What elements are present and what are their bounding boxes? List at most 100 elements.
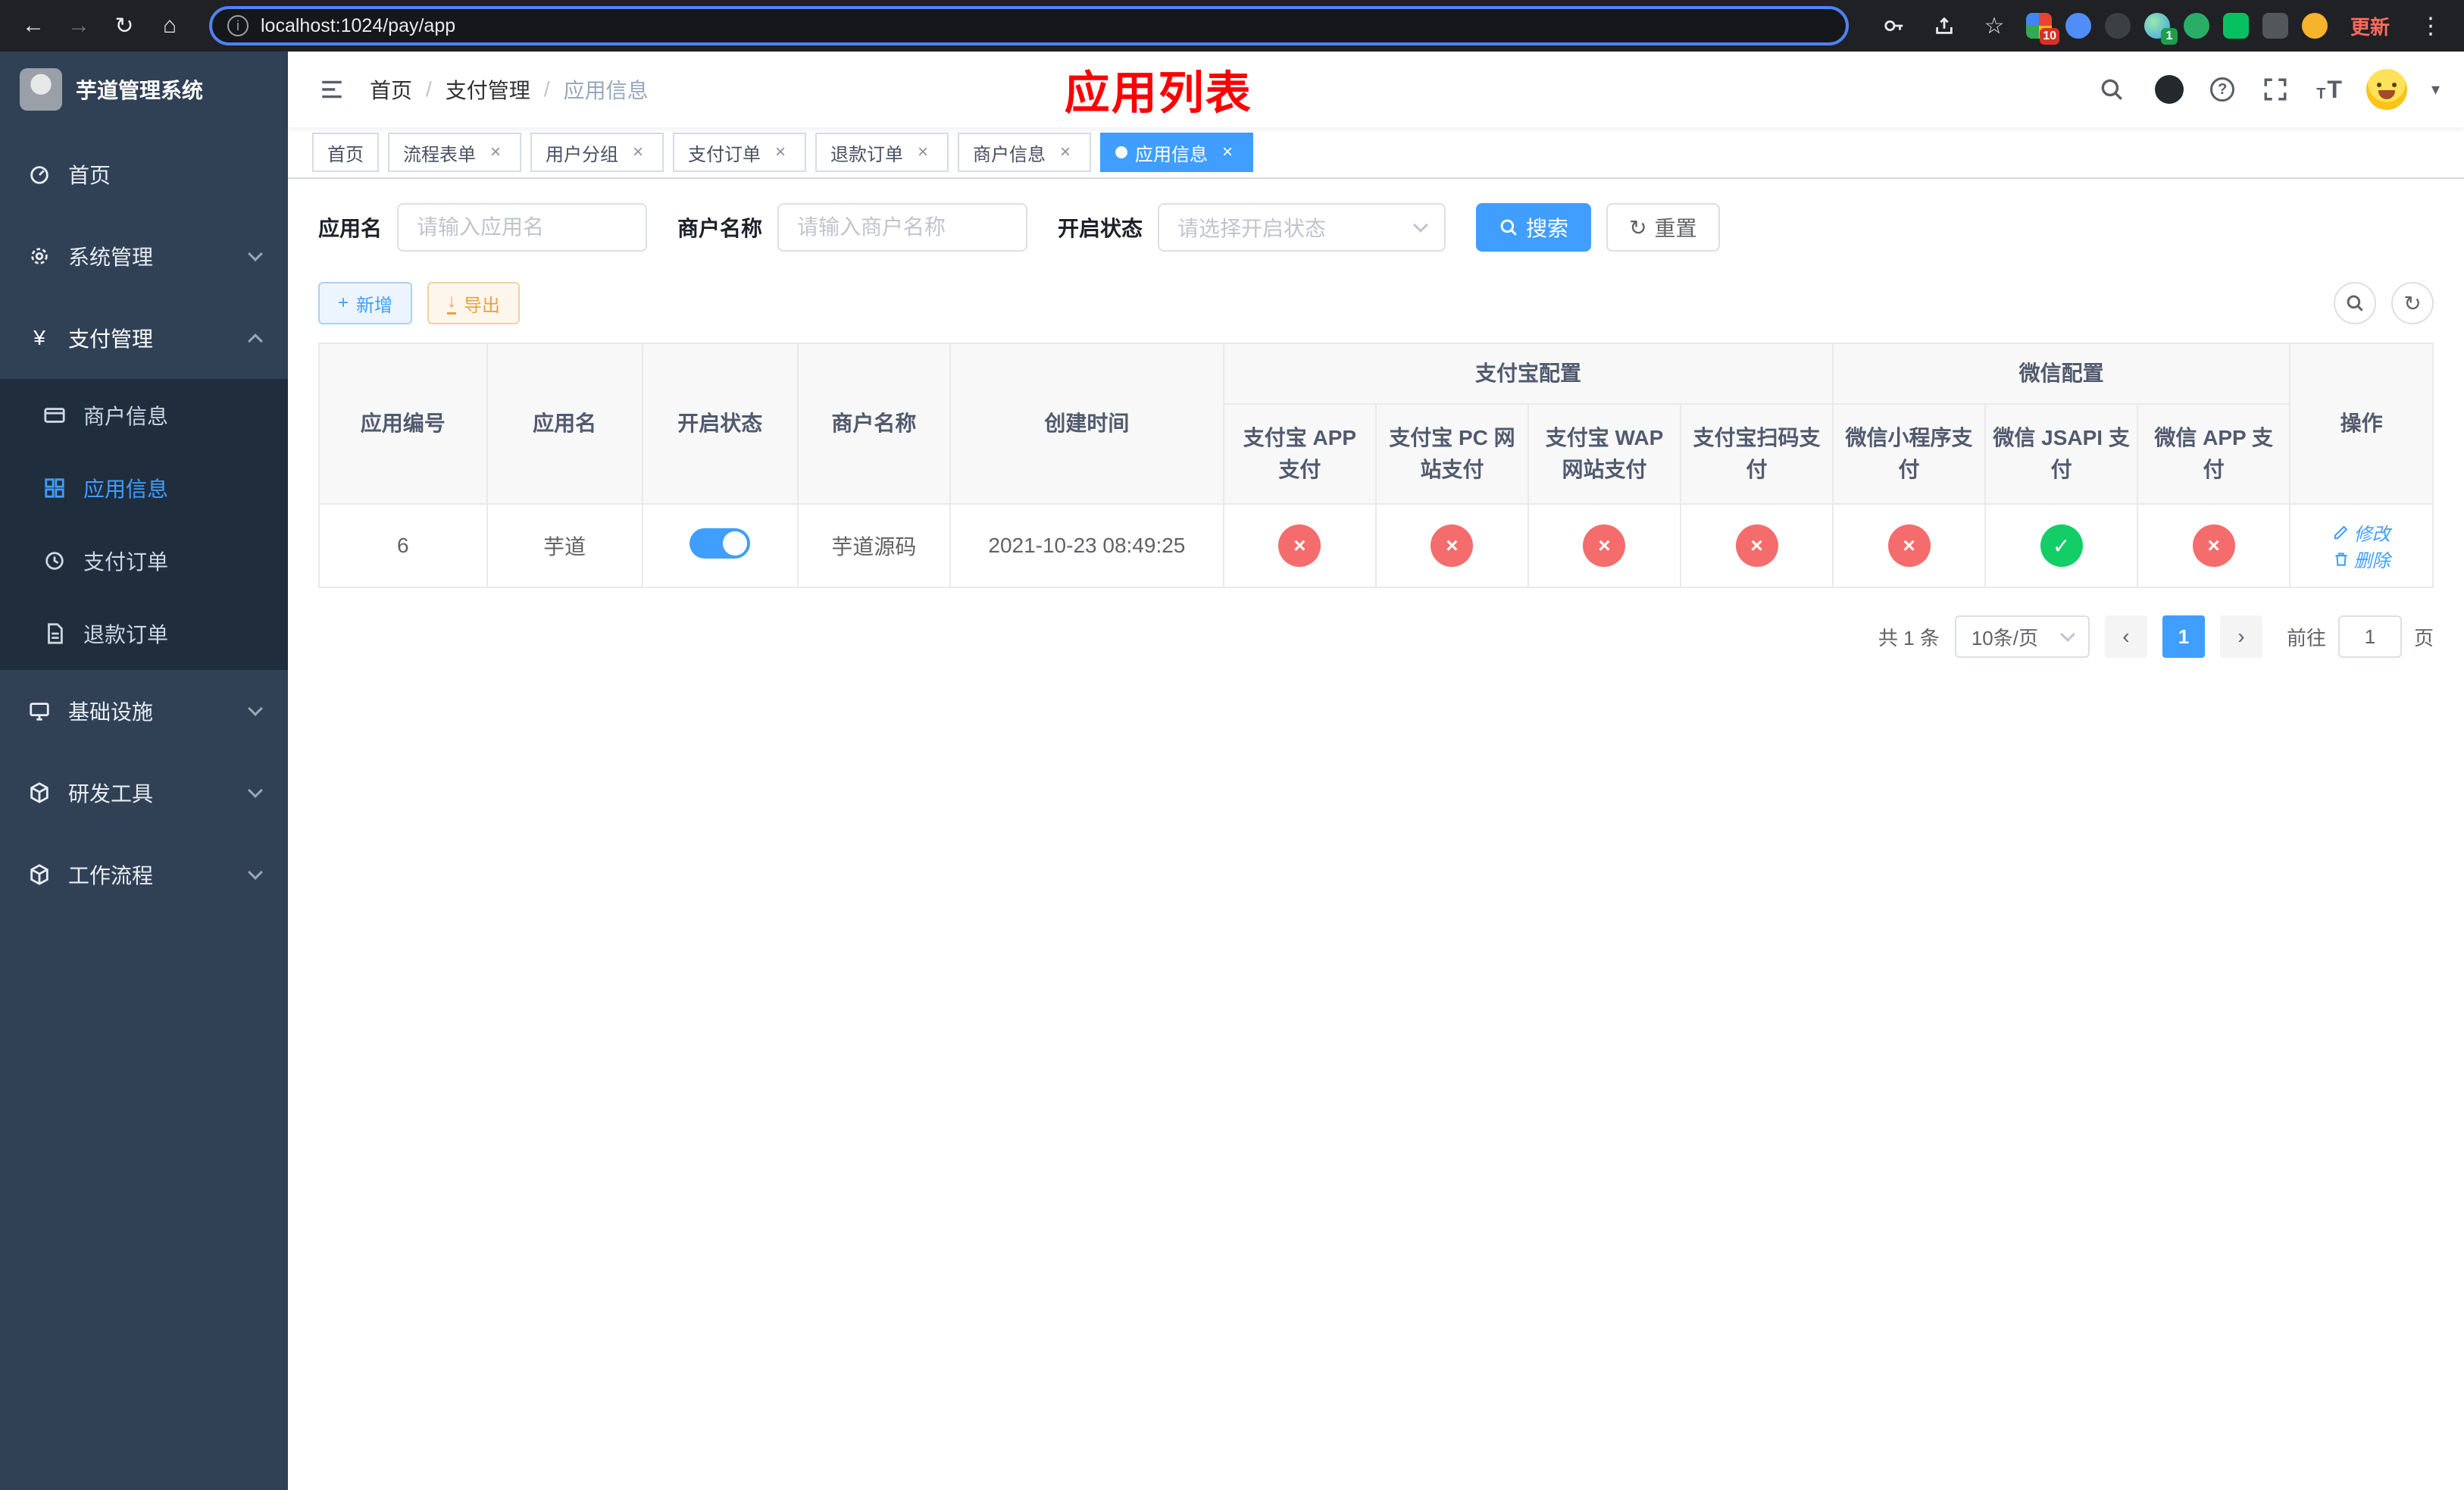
export-button[interactable]: ↓ 导出	[427, 282, 521, 324]
cell-status	[641, 503, 799, 588]
next-page-button[interactable]: ›	[2219, 615, 2262, 658]
chevron-down-icon	[1413, 218, 1428, 233]
tab-pay-order[interactable]: 支付订单 ×	[673, 133, 806, 172]
avatar[interactable]	[2366, 69, 2407, 110]
edit-button[interactable]: 修改	[2333, 519, 2391, 546]
action-toolbar: + 新增 ↓ 导出 ↻	[318, 282, 2434, 324]
sidebar-item-payment[interactable]: ¥ 支付管理	[0, 297, 288, 379]
box-icon	[27, 781, 52, 804]
active-dot	[1115, 146, 1127, 158]
help-icon[interactable]: ?	[2210, 77, 2235, 102]
sidebar-item-dev-tools[interactable]: 研发工具	[0, 752, 288, 834]
sidebar-item-pay-order[interactable]: 支付订单	[0, 524, 288, 597]
app-table: 应用编号 应用名 开启状态 商户名称 创建时间 支付宝配置 微信配置 操作 支付…	[318, 343, 2434, 588]
chevron-down-icon	[248, 246, 263, 261]
extension-chat-icon[interactable]	[2222, 13, 2249, 39]
page-size-select[interactable]: 10条/页	[1954, 615, 2090, 658]
breadcrumb-payment[interactable]: 支付管理	[446, 74, 530, 105]
close-icon[interactable]: ×	[770, 142, 791, 163]
back-icon[interactable]: ←	[15, 8, 52, 44]
url-text: localhost:1024/pay/app	[261, 14, 456, 36]
filter-form: 应用名 商户名称 开启状态 请选择开启状态 搜索 ↻ 重置	[318, 203, 2434, 252]
hamburger-icon[interactable]	[312, 70, 352, 109]
delete-button[interactable]: 删除	[2333, 546, 2391, 572]
check-icon: ✓	[2040, 524, 2083, 567]
sidebar-menu: 首页 系统管理 ¥ 支付管理 商户信息 应用信息 支付订单 退款订单 基础设施 …	[0, 127, 288, 1490]
breadcrumb-separator: /	[426, 77, 432, 101]
close-icon[interactable]: ×	[1055, 142, 1076, 163]
reset-button[interactable]: ↻ 重置	[1606, 203, 1720, 252]
extension-face-icon[interactable]	[2301, 13, 2328, 39]
tab-refund-order[interactable]: 退款订单 ×	[815, 133, 949, 172]
goto-page-input[interactable]	[2337, 615, 2402, 658]
browser-menu-icon[interactable]: ⋮	[2412, 8, 2449, 44]
extension-drop-icon[interactable]	[2065, 13, 2091, 39]
reload-icon[interactable]: ↻	[106, 8, 142, 44]
close-icon[interactable]: ×	[1217, 142, 1238, 163]
extension-check-icon[interactable]	[2183, 13, 2209, 39]
col-merchant: 商户名称	[796, 343, 951, 505]
plus-icon: +	[338, 293, 349, 313]
browser-update-button[interactable]: 更新	[2341, 8, 2399, 45]
prev-page-button[interactable]: ‹	[2104, 615, 2147, 658]
close-icon[interactable]: ×	[627, 142, 649, 163]
col-group-alipay: 支付宝配置	[1222, 343, 1834, 405]
extension-grid-icon[interactable]: 10	[2025, 13, 2059, 45]
forward-icon[interactable]: →	[61, 8, 97, 44]
tab-process-form[interactable]: 流程表单 ×	[388, 133, 521, 172]
tab-app-info[interactable]: 应用信息 ×	[1100, 133, 1253, 172]
close-icon[interactable]: ×	[912, 142, 933, 163]
app-name-input[interactable]	[397, 203, 648, 252]
col-actions: 操作	[2289, 343, 2434, 505]
table-row: 6 芋道 芋道源码 2021-10-23 08:49:25 × × × × × …	[318, 503, 2434, 588]
add-button[interactable]: + 新增	[318, 282, 413, 324]
extension-puzzle-icon[interactable]	[2262, 13, 2288, 39]
tab-user-group[interactable]: 用户分组 ×	[530, 133, 664, 172]
col-wechat-mini: 微信小程序支付	[1832, 403, 1987, 505]
font-size-icon[interactable]: TT	[2316, 77, 2342, 102]
site-info-icon[interactable]: i	[227, 15, 249, 36]
sidebar-item-label: 首页	[68, 164, 111, 187]
url-bar[interactable]: i localhost:1024/pay/app	[209, 6, 1849, 45]
cell-created: 2021-10-23 08:49:25	[949, 503, 1224, 588]
col-created: 创建时间	[949, 343, 1224, 505]
extension-translate-icon[interactable]: 1	[2143, 13, 2178, 45]
fullscreen-icon[interactable]	[2259, 73, 2292, 106]
status-select[interactable]: 请选择开启状态	[1158, 203, 1446, 252]
sidebar-item-infrastructure[interactable]: 基础设施	[0, 670, 288, 752]
status-toggle[interactable]	[689, 527, 751, 559]
download-icon: ↓	[447, 292, 457, 315]
app-logo[interactable]: 芋道管理系统	[0, 52, 288, 127]
sidebar-item-refund-order[interactable]: 退款订单	[0, 597, 288, 670]
page-title: 应用列表	[1064, 67, 1252, 119]
sidebar-item-home[interactable]: 首页	[0, 133, 288, 215]
sidebar-item-system[interactable]: 系统管理	[0, 215, 288, 297]
cell-actions: 修改 删除	[2289, 503, 2434, 588]
toggle-search-button[interactable]	[2334, 282, 2376, 324]
page-content: 应用名 商户名称 开启状态 请选择开启状态 搜索 ↻ 重置	[288, 179, 2464, 1490]
chevron-down-icon	[248, 865, 263, 880]
sidebar-item-label: 工作流程	[68, 864, 154, 887]
tab-bar: 首页 流程表单 × 用户分组 × 支付订单 × 退款订单 × 商户信息 × 应用…	[288, 127, 2464, 179]
bookmark-star-icon[interactable]: ☆	[1976, 8, 2012, 44]
sidebar-item-label: 研发工具	[68, 782, 154, 806]
extension-dark-icon[interactable]	[2104, 13, 2131, 39]
tab-home[interactable]: 首页	[312, 133, 379, 172]
tab-merchant-info[interactable]: 商户信息 ×	[958, 133, 1091, 172]
sidebar-item-workflow[interactable]: 工作流程	[0, 834, 288, 916]
github-icon[interactable]	[2153, 73, 2186, 106]
search-icon[interactable]	[2095, 73, 2128, 106]
search-button[interactable]: 搜索	[1476, 203, 1592, 252]
key-icon[interactable]	[1876, 8, 1912, 44]
col-wechat-app: 微信 APP 支付	[2137, 403, 2291, 505]
close-icon[interactable]: ×	[485, 142, 506, 163]
home-icon[interactable]: ⌂	[152, 8, 188, 44]
page-number-1[interactable]: 1	[2162, 615, 2205, 658]
chevron-down-icon[interactable]: ▾	[2431, 80, 2440, 99]
share-icon[interactable]	[1926, 8, 1962, 44]
sidebar-item-app-info[interactable]: 应用信息	[0, 452, 288, 524]
refresh-table-button[interactable]: ↻	[2391, 282, 2434, 324]
breadcrumb-home[interactable]: 首页	[370, 74, 412, 105]
merchant-name-input[interactable]	[777, 203, 1028, 252]
sidebar-item-merchant-info[interactable]: 商户信息	[0, 379, 288, 452]
